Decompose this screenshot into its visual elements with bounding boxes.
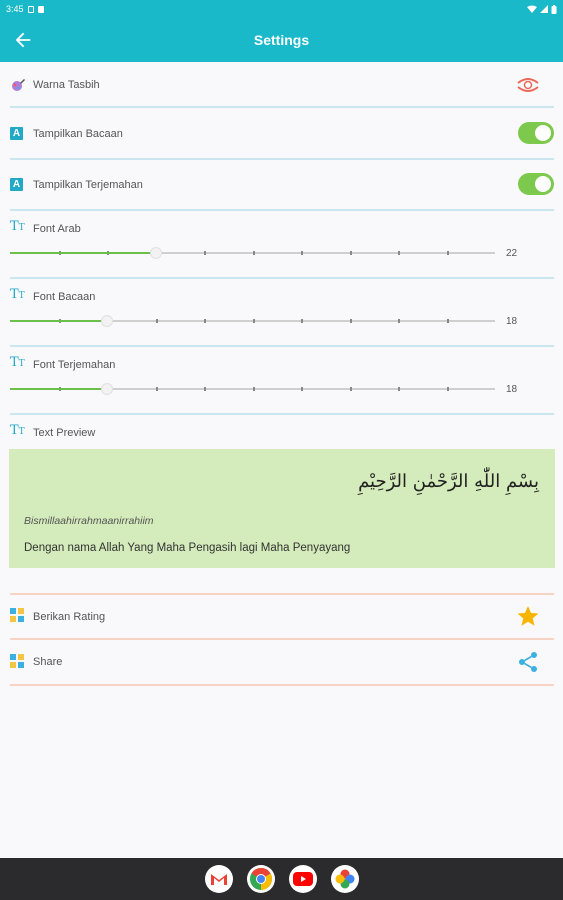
slider-tick <box>349 387 352 391</box>
divider <box>10 345 554 347</box>
back-arrow-icon[interactable] <box>12 29 34 51</box>
slider-tick <box>204 251 206 255</box>
preview-arabic: بِسْمِ اللّٰهِ الرَّحْمٰنِ الرَّحِيْمِ <box>358 471 539 492</box>
slider-tick <box>252 251 255 255</box>
signal-icon <box>540 5 548 13</box>
text-size-icon: TT <box>10 423 25 438</box>
font-bacaan-slider[interactable] <box>10 315 495 327</box>
chrome-icon[interactable] <box>246 865 275 893</box>
slider-fill <box>10 388 107 390</box>
slider-tick <box>446 319 449 323</box>
divider <box>10 413 554 415</box>
setting-label: Tampilkan Bacaan <box>33 128 123 140</box>
slider-tick <box>446 251 449 255</box>
slider-tick <box>301 387 303 391</box>
divider <box>10 593 554 595</box>
action-label: Berikan Rating <box>33 611 106 623</box>
slider-tick <box>301 319 303 323</box>
slider-tick <box>349 319 352 323</box>
photos-icon[interactable] <box>330 865 359 893</box>
page-title: Settings <box>253 32 310 48</box>
divider <box>10 209 554 211</box>
preview-translation: Dengan nama Allah Yang Maha Pengasih lag… <box>24 542 351 554</box>
wifi-icon <box>527 5 537 13</box>
setting-font-terjemahan: TT Font Terjemahan <box>10 355 554 375</box>
setting-font-bacaan: TT Font Bacaan <box>10 287 554 307</box>
slider-tick <box>301 251 303 255</box>
divider <box>10 684 554 686</box>
app-bar: Settings <box>0 18 563 62</box>
setting-text-preview: TT Text Preview <box>10 423 554 443</box>
font-bacaan-value: 18 <box>506 316 518 327</box>
star-icon[interactable] <box>516 604 540 628</box>
text-size-icon: TT <box>10 287 25 302</box>
setting-tampilkan-terjemahan: A Tampilkan Terjemahan <box>10 173 554 197</box>
setting-label: Font Bacaan <box>33 291 96 303</box>
notification-icon <box>27 5 34 13</box>
font-terjemahan-value: 18 <box>506 384 518 395</box>
text-size-icon: TT <box>10 355 25 370</box>
gmail-icon[interactable] <box>204 865 233 893</box>
text-preview-box: بِسْمِ اللّٰهِ الرَّحْمٰنِ الرَّحِيْمِ B… <box>9 449 555 568</box>
font-arab-slider[interactable] <box>10 247 495 259</box>
slider-tick <box>398 251 400 255</box>
font-terjemahan-slider[interactable] <box>10 383 495 395</box>
setting-label: Font Arab <box>33 223 81 235</box>
slider-thumb[interactable] <box>101 315 113 327</box>
tasbih-color-icon[interactable] <box>514 75 542 95</box>
action-label: Share <box>33 656 63 668</box>
setting-tampilkan-bacaan: A Tampilkan Bacaan <box>10 122 554 146</box>
setting-label: Warna Tasbih <box>33 79 100 91</box>
share-icon[interactable] <box>516 650 540 674</box>
palette-icon <box>12 79 25 91</box>
slider-tick <box>349 251 352 255</box>
toggle-tampilkan-terjemahan[interactable] <box>518 173 554 195</box>
setting-label: Text Preview <box>33 427 96 439</box>
slider-thumb[interactable] <box>149 247 162 259</box>
status-time: 3:45 <box>6 4 24 14</box>
setting-label: Tampilkan Terjemahan <box>33 179 143 191</box>
slider-tick <box>155 387 158 391</box>
app-grid-icon <box>10 654 24 668</box>
bottom-dock <box>0 858 563 900</box>
app-grid-icon <box>10 608 24 622</box>
slider-tick <box>204 319 206 323</box>
setting-label: Font Terjemahan <box>33 359 116 371</box>
divider <box>10 277 554 279</box>
setting-warna-tasbih[interactable]: Warna Tasbih <box>10 75 554 97</box>
slider-tick <box>398 387 400 391</box>
slider-tick <box>252 319 255 323</box>
storage-icon <box>37 5 44 13</box>
slider-fill <box>10 320 107 322</box>
action-berikan-rating[interactable]: Berikan Rating <box>10 603 554 629</box>
divider <box>10 638 554 640</box>
slider-tick <box>446 387 449 391</box>
letter-a-icon: A <box>10 178 23 191</box>
divider <box>10 106 554 108</box>
slider-tick <box>398 319 400 323</box>
letter-a-icon: A <box>10 127 23 140</box>
slider-tick <box>155 319 158 323</box>
font-arab-value: 22 <box>506 248 518 259</box>
divider <box>10 158 554 160</box>
status-bar: 3:45 <box>0 0 563 18</box>
toggle-tampilkan-bacaan[interactable] <box>518 122 554 144</box>
text-size-icon: TT <box>10 219 25 234</box>
preview-latin: Bismillaahirrahmaanirrahiim <box>24 515 154 527</box>
slider-tick <box>252 387 255 391</box>
action-share[interactable]: Share <box>10 648 554 674</box>
youtube-icon[interactable] <box>288 865 317 893</box>
slider-fill <box>10 252 156 254</box>
battery-icon <box>551 4 557 14</box>
slider-thumb[interactable] <box>101 383 113 395</box>
setting-font-arab: TT Font Arab <box>10 219 554 239</box>
slider-tick <box>204 387 206 391</box>
